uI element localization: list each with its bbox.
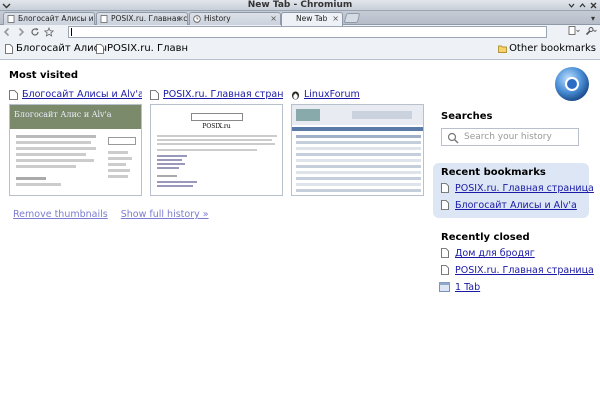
page-icon: [441, 183, 449, 193]
tab-blog[interactable]: Блогосайт Алисы и Al...: [3, 12, 95, 25]
new-tab-button[interactable]: [343, 13, 361, 23]
star-icon[interactable]: [42, 26, 56, 38]
tile-title-text: Блогосайт Алисы и Alv'a: [22, 89, 142, 100]
recently-closed-heading: Recently closed: [441, 232, 530, 243]
back-icon[interactable]: [0, 26, 14, 38]
minimize-icon[interactable]: [567, 1, 576, 10]
page-icon: [100, 15, 108, 23]
tab-history[interactable]: History ×: [189, 12, 281, 25]
recent-bookmarks-panel: Recent bookmarks POSIX.ru. Главная стран…: [433, 163, 594, 218]
page-menu-icon[interactable]: [567, 25, 581, 37]
page-icon: [7, 15, 15, 23]
text-caret: [71, 28, 72, 36]
tab-close-icon[interactable]: ×: [270, 13, 277, 24]
page-icon: [5, 44, 13, 54]
bookmark-label: POSIX.ru. Главн: [107, 43, 189, 54]
bookmark-item[interactable]: Блогосайт Алисы: [5, 43, 107, 55]
page-icon: [441, 200, 449, 210]
tab-posix[interactable]: POSIX.ru. Главная ст... ×: [96, 12, 188, 25]
other-bookmarks[interactable]: Other bookmarks: [498, 43, 596, 55]
tab-close-icon[interactable]: ×: [332, 13, 339, 24]
most-visited-actions: Remove thumbnails Show full history »: [13, 209, 219, 220]
tab-label: History: [204, 14, 231, 23]
address-bar[interactable]: [68, 26, 547, 38]
tile-title-text: LinuxForum: [304, 89, 360, 100]
recent-bookmark-item[interactable]: POSIX.ru. Главная страница: [433, 183, 594, 195]
reload-icon[interactable]: [28, 26, 42, 38]
searches-heading: Searches: [441, 111, 493, 122]
page-icon: [150, 90, 159, 100]
most-visited-tile[interactable]: Блогосайт Алисы и Alv'a Блогосайт Алис и…: [9, 89, 142, 196]
show-full-history-link[interactable]: Show full history »: [121, 209, 209, 220]
tile-title[interactable]: LinuxForum: [291, 89, 424, 101]
forward-icon[interactable]: [14, 26, 28, 38]
maximize-icon[interactable]: [578, 1, 587, 10]
tile-thumbnail[interactable]: POSIX.ru: [150, 104, 283, 196]
page-icon: [9, 90, 18, 100]
recently-closed-section: Recently closed Дом для бродяг POSIX.ru.…: [433, 232, 594, 294]
tab-new-tab[interactable]: New Tab ×: [281, 12, 343, 26]
tux-icon: [291, 90, 300, 100]
search-icon: [447, 132, 459, 144]
recent-bookmark-label: Блогосайт Алисы и Alv'a: [455, 200, 577, 211]
bookmark-label: Блогосайт Алисы: [16, 43, 107, 54]
bookmarks-bar: Блогосайт Алисы POSIX.ru. Главн Other bo…: [0, 39, 600, 60]
recently-closed-item[interactable]: Дом для бродяг: [433, 248, 589, 260]
history-icon: [193, 15, 201, 23]
recently-closed-label: 1 Tab: [455, 282, 481, 293]
tile-thumbnail[interactable]: Блогосайт Алис и Alv'a: [9, 104, 142, 196]
remove-thumbnails-link[interactable]: Remove thumbnails: [13, 209, 108, 220]
window-icon: [439, 282, 450, 292]
page-icon: [96, 44, 104, 54]
recently-closed-label: POSIX.ru. Главная страница: [455, 265, 594, 276]
folder-icon: [498, 45, 507, 57]
page-icon: [441, 265, 449, 275]
wrench-icon[interactable]: [584, 25, 598, 37]
close-icon[interactable]: [589, 1, 598, 10]
toolbar: [0, 25, 600, 39]
tab-label: New Tab: [296, 14, 328, 23]
most-visited-tile[interactable]: LinuxForum: [291, 89, 424, 196]
chevron-down-icon[interactable]: ▾: [591, 14, 595, 23]
chromium-logo: [554, 66, 590, 102]
recent-bookmark-item[interactable]: Блогосайт Алисы и Alv'a: [433, 200, 589, 212]
recently-closed-item[interactable]: POSIX.ru. Главная страница: [433, 265, 594, 277]
tab-label: Блогосайт Алисы и Al...: [18, 14, 94, 23]
recently-closed-label: Дом для бродяг: [455, 248, 535, 259]
thumbnail-heading: POSIX.ru: [202, 123, 231, 130]
search-placeholder: Search your history: [464, 132, 552, 142]
tile-thumbnail[interactable]: [291, 104, 424, 196]
history-search-input[interactable]: Search your history: [441, 128, 579, 146]
recently-closed-item[interactable]: 1 Tab: [433, 282, 589, 294]
recent-bookmark-label: POSIX.ru. Главная страница: [455, 183, 594, 194]
other-bookmarks-label: Other bookmarks: [509, 43, 596, 54]
thumbnail-heading: Блогосайт Алис и Alv'a: [14, 110, 112, 119]
recent-bookmarks-heading: Recent bookmarks: [441, 167, 546, 178]
tab-close-icon[interactable]: ×: [177, 13, 184, 24]
right-column: Searches Search your history Recent book…: [433, 111, 594, 294]
window-titlebar: New Tab - Chromium: [0, 0, 600, 11]
tile-title[interactable]: POSIX.ru. Главная страница: [150, 89, 283, 101]
window-title: New Tab - Chromium: [247, 0, 353, 10]
tab-strip: Блогосайт Алисы и Al... POSIX.ru. Главна…: [0, 11, 600, 26]
tile-title[interactable]: Блогосайт Алисы и Alv'a: [9, 89, 142, 101]
most-visited-tile[interactable]: POSIX.ru. Главная страница POSIX.ru: [150, 89, 283, 196]
page-icon: [441, 248, 449, 258]
new-tab-page: Most visited Блогосайт Алисы и Alv'a Бло…: [0, 61, 600, 409]
tile-title-text: POSIX.ru. Главная страница: [163, 89, 283, 100]
most-visited-heading: Most visited: [9, 70, 79, 81]
bookmark-item[interactable]: POSIX.ru. Главн: [96, 43, 188, 55]
